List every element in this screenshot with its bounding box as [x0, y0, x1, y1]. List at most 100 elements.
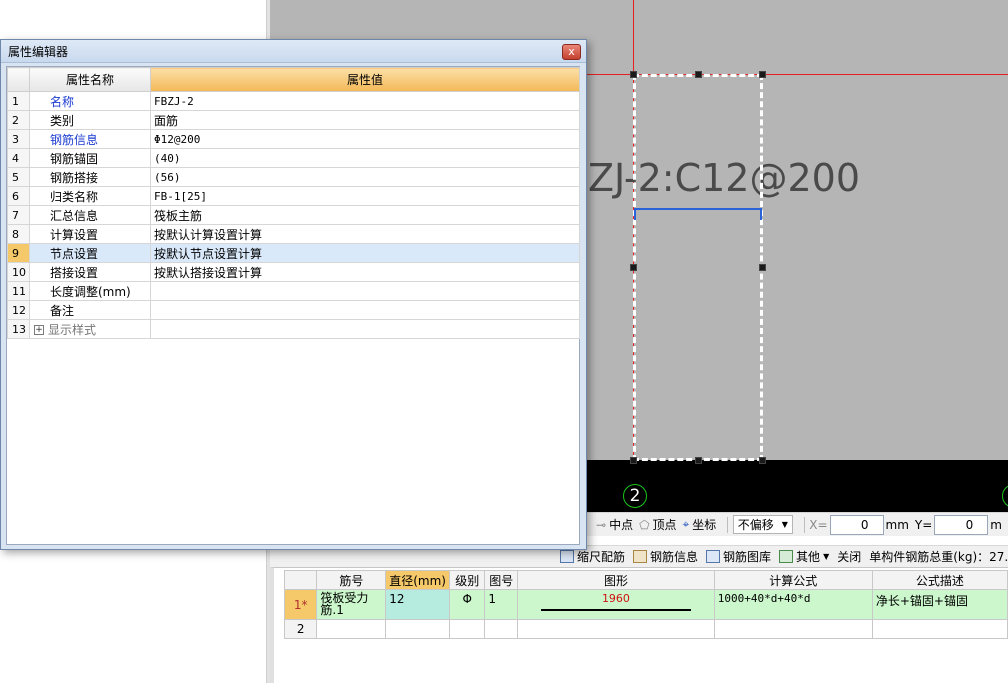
grade-cell[interactable]: Φ	[448, 589, 486, 620]
offset-mode-select[interactable]: 不偏移 ▼	[732, 515, 793, 534]
formula-cell[interactable]: 1000+40*d+40*d	[713, 589, 873, 620]
table-row[interactable]: 1* 筏板受力筋.1 12 Φ 1 1960 1000+40*d+40*d 净长…	[283, 589, 1008, 620]
grip-handle[interactable]	[630, 264, 637, 271]
diameter-cell[interactable]: 12	[385, 589, 450, 620]
grip-handle[interactable]	[630, 457, 637, 464]
row-number: 3	[7, 129, 30, 149]
property-row[interactable]: 6 归类名称 FB-1[25]	[7, 186, 580, 206]
property-row[interactable]: 11 长度调整(mm)	[7, 281, 580, 301]
midpoint-snap-button[interactable]: ⊸ 中点	[596, 516, 633, 533]
y-offset-input[interactable]	[934, 514, 989, 535]
grip-handle[interactable]	[695, 71, 702, 78]
shape-number-cell[interactable]	[484, 619, 519, 639]
chevron-down-icon: ▼	[781, 520, 788, 529]
column-header[interactable]: 公式描述	[871, 570, 1008, 590]
row-number: 2	[7, 110, 30, 130]
expand-icon[interactable]: +	[34, 325, 44, 335]
description-cell[interactable]: 净长+锚固+锚固	[871, 589, 1008, 620]
property-value[interactable]: 按默认计算设置计算	[150, 224, 580, 244]
property-name-header[interactable]: 属性名称	[29, 67, 151, 92]
rebar-info-button[interactable]: 钢筋信息	[633, 548, 698, 565]
grip-handle[interactable]	[759, 71, 766, 78]
property-name-group[interactable]: + 显示样式	[29, 319, 151, 339]
row-number[interactable]: 2	[283, 619, 318, 639]
shape-cell[interactable]	[517, 619, 715, 639]
property-value[interactable]	[150, 281, 580, 301]
property-value[interactable]	[150, 319, 580, 339]
rebar-info-icon	[633, 550, 648, 563]
property-row[interactable]: 10 搭接设置 按默认搭接设置计算	[7, 262, 580, 282]
property-row[interactable]: 2 类别 面筋	[7, 110, 580, 130]
bar-number-cell[interactable]	[316, 619, 387, 639]
dialog-titlebar[interactable]: 属性编辑器	[1, 40, 586, 63]
property-row[interactable]: 4 钢筋锚固 (40)	[7, 148, 580, 168]
vertex-snap-button[interactable]: ⬠ 顶点	[639, 516, 676, 533]
column-header[interactable]: 级别	[448, 570, 486, 590]
grade-cell[interactable]	[448, 619, 486, 639]
rebar-shape-line	[540, 609, 691, 611]
property-name: 钢筋搭接	[29, 167, 151, 187]
close-button[interactable]: 关闭	[837, 548, 861, 565]
property-value[interactable]: (56)	[150, 167, 580, 187]
row-number: 7	[7, 205, 30, 225]
property-row[interactable]: 12 备注	[7, 300, 580, 320]
chevron-down-icon: ▼	[823, 552, 830, 561]
property-row[interactable]: 5 钢筋搭接 (56)	[7, 167, 580, 187]
scale-rebar-label: 缩尺配筋	[577, 550, 626, 564]
formula-cell[interactable]	[713, 619, 873, 639]
diameter-cell[interactable]	[385, 619, 450, 639]
property-value[interactable]: 筏板主筋	[150, 205, 580, 225]
property-value[interactable]: 按默认节点设置计算	[150, 243, 580, 263]
property-value[interactable]: Φ12@200	[150, 129, 580, 149]
property-value[interactable]: FBZJ-2	[150, 91, 580, 111]
selected-rebar-region[interactable]	[633, 74, 763, 461]
grip-handle[interactable]	[630, 71, 637, 78]
vertex-label: 顶点	[652, 518, 677, 532]
rebar-library-button[interactable]: 钢筋图库	[706, 548, 771, 565]
shape-number-cell[interactable]: 1	[484, 589, 519, 620]
property-value[interactable]: FB-1[25]	[150, 186, 580, 206]
column-header[interactable]: 计算公式	[713, 570, 873, 590]
table-row[interactable]: 2	[283, 619, 1008, 639]
grip-handle[interactable]	[695, 457, 702, 464]
scale-rebar-button[interactable]: 缩尺配筋	[560, 548, 625, 565]
column-header[interactable]: 图号	[484, 570, 519, 590]
property-name: 节点设置	[29, 243, 151, 263]
bar-number-cell[interactable]: 筏板受力筋.1	[316, 589, 387, 620]
property-value[interactable]: 按默认搭接设置计算	[150, 262, 580, 282]
property-value[interactable]: (40)	[150, 148, 580, 168]
axis-number-marker: 2	[623, 484, 647, 508]
row-number: 1	[7, 91, 30, 111]
y-unit: m	[990, 517, 1002, 532]
row-number: 4	[7, 148, 30, 168]
grip-handle[interactable]	[759, 457, 766, 464]
row-number[interactable]: 1*	[283, 589, 318, 620]
rebar-line[interactable]	[634, 208, 762, 210]
midpoint-label: 中点	[609, 518, 634, 532]
row-number: 9	[7, 243, 30, 263]
property-value-header[interactable]: 属性值	[150, 67, 580, 92]
grip-handle[interactable]	[759, 264, 766, 271]
column-header[interactable]: 直径(mm)	[385, 570, 450, 590]
coordinate-icon: ⌖	[682, 517, 690, 531]
property-value[interactable]	[150, 300, 580, 320]
property-row[interactable]: 3 钢筋信息 Φ12@200	[7, 129, 580, 149]
column-header[interactable]: 筋号	[316, 570, 387, 590]
property-row[interactable]: 13 + 显示样式	[7, 319, 580, 339]
shape-length: 1960	[601, 592, 630, 605]
property-name: 汇总信息	[29, 205, 151, 225]
row-number-header	[7, 67, 30, 92]
column-header[interactable]: 图形	[517, 570, 715, 590]
other-menu-button[interactable]: 其他 ▼	[779, 548, 829, 565]
description-cell[interactable]	[871, 619, 1008, 639]
property-row-selected[interactable]: 9 节点设置 按默认节点设置计算	[7, 243, 580, 263]
property-value[interactable]: 面筋	[150, 110, 580, 130]
property-editor-dialog: 属性编辑器 x 属性名称 属性值 1 名称 FBZJ-2 2 类别 面筋 3 钢…	[0, 39, 587, 550]
property-row[interactable]: 1 名称 FBZJ-2	[7, 91, 580, 111]
close-icon[interactable]: x	[562, 44, 581, 60]
x-offset-input[interactable]	[829, 514, 884, 535]
property-row[interactable]: 8 计算设置 按默认计算设置计算	[7, 224, 580, 244]
coordinate-snap-button[interactable]: ⌖ 坐标	[683, 516, 717, 533]
shape-cell[interactable]: 1960	[517, 589, 715, 620]
property-row[interactable]: 7 汇总信息 筏板主筋	[7, 205, 580, 225]
